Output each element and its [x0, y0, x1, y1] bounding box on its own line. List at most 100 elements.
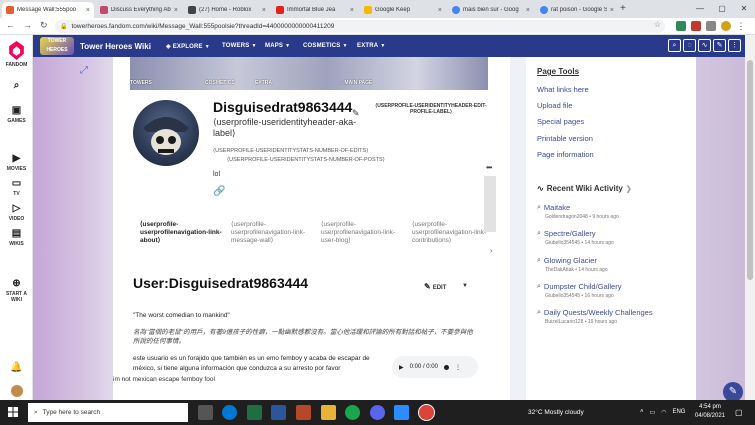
more-icon[interactable]: ⋮	[455, 364, 461, 371]
nav-cosmetics[interactable]: COSMETICS ▼	[303, 43, 348, 49]
banner-tab-main-page[interactable]: ⌂ MAIN PAGE	[340, 80, 372, 86]
audio-player[interactable]: ▶ 0:00 / 0:00 ⋮	[392, 356, 478, 378]
banner-tab-towers[interactable]: TOWERS	[130, 80, 152, 86]
forward-icon[interactable]: →	[23, 20, 32, 31]
close-window-icon[interactable]: ✕	[733, 0, 755, 18]
chat-button[interactable]: ✎	[723, 382, 743, 402]
battery-icon[interactable]: ▭	[650, 409, 656, 416]
edit-profile-label[interactable]: ⟨USERPROFILE-USERIDENTITYHEADER-EDIT-PRO…	[372, 103, 490, 115]
link-icon[interactable]: 🔗	[213, 186, 225, 197]
lock-icon[interactable]: 🔒	[60, 23, 67, 30]
more-icon[interactable]: ⋮	[728, 39, 741, 52]
weather-widget[interactable]: 32°C Mostly cloudy	[528, 409, 584, 416]
rail-item-games[interactable]: ▣ GAMES	[0, 105, 33, 124]
nav-explore[interactable]: ◈ EXPLORE ▼	[166, 43, 210, 50]
nav-towers[interactable]: TOWERS ▼	[222, 43, 257, 49]
link-page-information[interactable]: Page information	[537, 150, 594, 159]
banner-tab-extra[interactable]: EXTRA	[255, 80, 272, 86]
tab-google-keep[interactable]: Google Keep ×	[360, 2, 446, 18]
tab-message-wall[interactable]: Message Wall:555poo ×	[2, 2, 94, 18]
tab-google-search-1[interactable]: mais bien sur - Goog ×	[448, 2, 534, 18]
excel-icon[interactable]	[247, 405, 262, 420]
close-icon[interactable]: ×	[174, 7, 178, 14]
activity-item[interactable]: ⌕ Dumpster Child/Gallery Giubello354545 •…	[537, 282, 692, 299]
discussions-icon[interactable]: ◌	[683, 39, 696, 52]
extension-icon[interactable]	[676, 21, 686, 31]
notification-center-icon[interactable]: ▢	[735, 408, 743, 417]
link-what-links-here[interactable]: What links here	[537, 85, 589, 94]
file-explorer-icon[interactable]	[321, 405, 336, 420]
fandom-logo-icon[interactable]	[6, 40, 27, 61]
powerpoint-icon[interactable]	[296, 405, 311, 420]
puzzle-icon[interactable]	[706, 21, 716, 31]
zoom-icon[interactable]	[394, 405, 409, 420]
nav-maps[interactable]: MAPS ▼	[265, 43, 290, 49]
rail-item-video[interactable]: ▷ VIDEO	[0, 203, 33, 222]
profile-nav-about[interactable]: ⟨userprofile-userprofilenavigation-link-…	[140, 221, 224, 245]
link-printable-version[interactable]: Printable version	[537, 134, 593, 143]
close-icon[interactable]: ×	[610, 7, 614, 14]
nav-extra[interactable]: EXTRA ▼	[357, 43, 386, 49]
profile-avatar-icon[interactable]	[721, 21, 731, 31]
tab-discuss-everything[interactable]: Discuss Everything Ab ×	[96, 2, 182, 18]
tab-google-search-2[interactable]: rat poison - Google S ×	[536, 2, 618, 18]
link-special-pages[interactable]: Special pages	[537, 117, 584, 126]
tab-roblox[interactable]: (27) Home - Roblox ×	[184, 2, 270, 18]
profile-nav-user-blog[interactable]: ⟨userprofile-userprofilenavigation-link-…	[321, 221, 405, 245]
task-view-icon[interactable]	[198, 405, 213, 420]
link-upload-file[interactable]: Upload file	[537, 101, 572, 110]
whatsapp-icon[interactable]	[345, 405, 360, 420]
user-avatar[interactable]	[0, 385, 33, 400]
word-icon[interactable]	[271, 405, 286, 420]
rail-item-start-wiki[interactable]: ⊕ START A WIKI	[0, 278, 33, 303]
profile-avatar[interactable]	[133, 100, 199, 166]
rail-item-tv[interactable]: ▭ TV	[0, 178, 33, 197]
taskbar-clock[interactable]: 4:54 pm 04/08/2021	[694, 403, 726, 421]
profile-nav-message-wall[interactable]: ⟨userprofile-userprofilenavigation-link-…	[231, 221, 315, 245]
profile-nav-contributions[interactable]: ⟨userprofile-userprofilenavigation-link-…	[412, 221, 490, 245]
play-icon[interactable]: ▶	[399, 364, 404, 371]
wiki-name[interactable]: Tower Heroes Wiki	[80, 42, 151, 51]
minimize-icon[interactable]: —	[689, 0, 711, 18]
chevron-up-icon[interactable]: ˄	[640, 409, 644, 416]
menu-kebab-icon[interactable]: ⋮	[736, 21, 746, 31]
scroll-right-icon[interactable]: ›	[490, 248, 492, 255]
close-icon[interactable]: ×	[86, 7, 90, 14]
close-icon[interactable]: ×	[526, 7, 530, 14]
banner-tab-cosmetics[interactable]: COSMETICS	[205, 80, 235, 86]
expand-icon[interactable]: ⤢	[80, 65, 88, 76]
browser-scroll-thumb[interactable]	[747, 60, 753, 280]
rail-item-movies[interactable]: ▶ MOVIES	[0, 153, 33, 172]
activity-item[interactable]: ⌕ Glowing Glacier TheDakAttak • 14 hours …	[537, 256, 692, 273]
chrome-icon[interactable]	[418, 404, 435, 421]
url-field[interactable]: 🔒 towerheroes.fandom.com/wiki/Message_Wa…	[55, 20, 665, 33]
activity-item[interactable]: ⌕ Daily Quests/Weekly Challenges BuizelLu…	[537, 308, 692, 325]
bookmark-star-icon[interactable]: ☆	[654, 20, 661, 29]
search-icon[interactable]: ⌕	[0, 80, 33, 93]
close-icon[interactable]: ×	[262, 7, 266, 14]
taskbar-search-input[interactable]: ⌕ Type here to search	[28, 403, 188, 422]
windows-start-icon[interactable]	[8, 407, 18, 417]
back-icon[interactable]: ←	[6, 20, 15, 31]
maximize-icon[interactable]: ▢	[711, 0, 733, 18]
activity-item[interactable]: ⌕ Spectre/Gallery Giubello354545 • 14 hou…	[537, 229, 692, 246]
extension-icon[interactable]	[691, 21, 701, 31]
close-icon[interactable]: ×	[350, 7, 354, 14]
activity-icon[interactable]: ∿	[698, 39, 711, 52]
new-tab-button[interactable]: +	[620, 3, 626, 14]
tab-youtube[interactable]: Immortal Blue Jea ×	[272, 2, 358, 18]
edit-icon[interactable]: ✎	[713, 39, 726, 52]
language-indicator[interactable]: ENG	[672, 409, 685, 416]
search-icon[interactable]: ⌕	[668, 39, 681, 52]
wifi-icon[interactable]: ◠	[661, 409, 666, 416]
activity-item[interactable]: ⌕ Maitake Goldendragon2048 • 9 hours ago	[537, 203, 692, 220]
chevron-right-icon[interactable]: ❯	[626, 185, 632, 193]
volume-icon[interactable]	[443, 364, 449, 370]
more-options-icon[interactable]: •••	[486, 163, 492, 172]
reload-icon[interactable]: ↻	[40, 20, 48, 31]
edge-icon[interactable]	[222, 405, 237, 420]
close-icon[interactable]: ×	[438, 7, 442, 14]
rail-item-wikis[interactable]: ▤ WIKIS	[0, 228, 33, 247]
edit-button[interactable]: ✎ EDIT	[424, 282, 446, 291]
edit-dropdown-icon[interactable]: ▼	[462, 283, 468, 289]
